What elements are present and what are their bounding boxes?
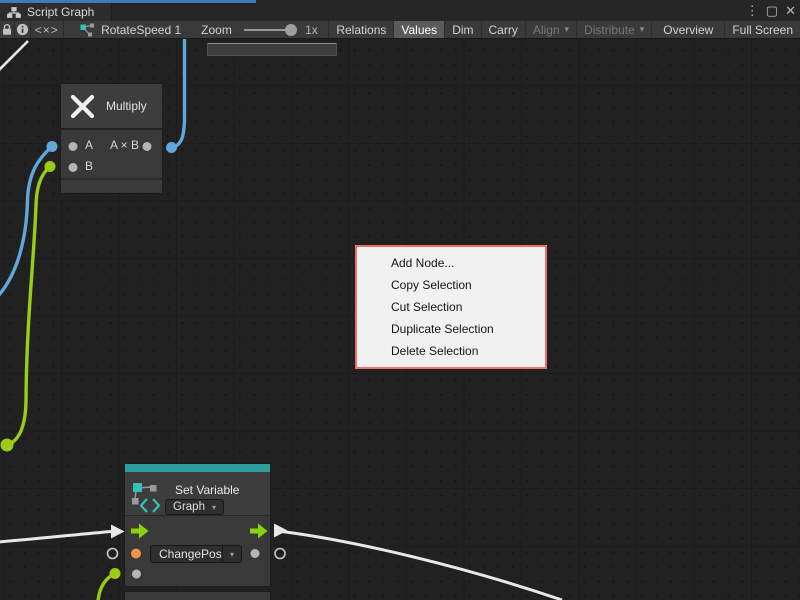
- menu-item-delete-selection[interactable]: Delete Selection: [357, 340, 545, 362]
- wire-green-left: [7, 167, 50, 446]
- set-variable-icon: [125, 472, 165, 515]
- wire-end-dot-green: [45, 161, 56, 172]
- lock-icon: [1, 23, 13, 36]
- align-label: Align: [533, 23, 560, 37]
- empty-port-circle: [108, 549, 118, 559]
- flow-arrowhead-out: [274, 524, 288, 538]
- selection-highlight-bar: [125, 464, 270, 472]
- wire-end-dot-green: [110, 568, 121, 579]
- menu-item-copy-selection[interactable]: Copy Selection: [357, 274, 545, 296]
- graph-name: RotateSpeed 1: [101, 23, 181, 37]
- title-bar: Script Graph ⋮ ▢ ✕: [0, 0, 800, 21]
- zoom-value: 1x: [299, 21, 324, 38]
- overview-label: Overview: [663, 23, 713, 37]
- port-a-label: A: [85, 138, 93, 152]
- multiply-node-footer: [61, 180, 162, 193]
- variable-name-value: ChangePos: [151, 547, 222, 561]
- variable-name-dropdown[interactable]: ChangePos ▾: [150, 545, 242, 563]
- port-b-label: B: [85, 159, 93, 173]
- dim-label: Dim: [452, 23, 473, 37]
- multiply-port-row-a: A A × B: [61, 134, 162, 155]
- distribute-button[interactable]: Distribute ▾: [576, 21, 651, 38]
- chevron-down-icon[interactable]: ▾: [222, 546, 241, 562]
- menu-item-add-node[interactable]: Add Node...: [357, 252, 545, 274]
- fullscreen-label: Full Screen: [732, 23, 793, 37]
- graph-breadcrumb[interactable]: RotateSpeed 1: [63, 21, 187, 38]
- context-menu: Add Node... Copy Selection Cut Selection…: [355, 245, 547, 369]
- tab-label: Script Graph: [27, 5, 94, 19]
- values-label: Values: [401, 23, 437, 37]
- chevron-down-icon: ▾: [212, 503, 216, 512]
- scope-value: Graph: [173, 501, 205, 513]
- wire-end-dot-blue: [166, 142, 177, 153]
- wire-end-dot-blue: [47, 141, 58, 152]
- wire-white-topleft: [0, 41, 28, 71]
- collapsed-panel: [207, 43, 337, 56]
- variable-scope-dropdown[interactable]: Graph ▾: [165, 499, 224, 515]
- setvar-node-title: Set Variable: [175, 483, 239, 497]
- empty-port-circle: [275, 549, 285, 559]
- wire-blue-top: [172, 39, 185, 148]
- wire-white-out: [282, 532, 562, 600]
- wire-white-in: [0, 532, 111, 543]
- relations-button[interactable]: Relations: [328, 21, 393, 38]
- graph-tab-icon: [7, 7, 21, 18]
- multiply-node-body: A A × B B: [61, 130, 162, 178]
- code-view-glyph: <×>: [35, 23, 59, 37]
- code-view-button[interactable]: <×>: [31, 21, 63, 38]
- overview-button[interactable]: Overview: [651, 21, 724, 38]
- port-result-label: A × B: [110, 138, 139, 152]
- align-button[interactable]: Align ▾: [525, 21, 576, 38]
- lock-button[interactable]: [0, 21, 14, 38]
- distribute-label: Distribute: [584, 23, 635, 37]
- setvar-node-footer: [125, 592, 270, 600]
- graph-canvas[interactable]: Multiply A A × B B: [0, 39, 800, 600]
- multiply-node-title: Multiply: [106, 99, 147, 113]
- chevron-down-icon: ▾: [640, 24, 645, 35]
- info-icon: [16, 23, 29, 36]
- wire-end-dot-green: [1, 439, 14, 452]
- menu-item-cut-selection[interactable]: Cut Selection: [357, 296, 545, 318]
- setvar-node-header[interactable]: Set Variable Graph ▾: [125, 472, 270, 515]
- window-menu-icon[interactable]: ⋮: [746, 3, 759, 19]
- tab-script-graph[interactable]: Script Graph: [0, 3, 112, 21]
- carry-label: Carry: [489, 23, 518, 37]
- zoom-label: Zoom: [195, 21, 238, 38]
- node-set-variable[interactable]: Set Variable Graph ▾ ChangePos ▾: [125, 464, 270, 586]
- graph-node-icon: [80, 23, 95, 37]
- carry-button[interactable]: Carry: [481, 21, 525, 38]
- close-icon[interactable]: ✕: [785, 3, 796, 19]
- setvar-node-body: ChangePos ▾: [125, 516, 270, 586]
- info-button[interactable]: [15, 21, 31, 38]
- graph-toolbar: <×> RotateSpeed 1 Zoom 1x Relations: [0, 21, 800, 39]
- values-button[interactable]: Values: [393, 21, 444, 38]
- wire-blue-left: [0, 147, 52, 297]
- window-controls: ⋮ ▢ ✕: [746, 3, 796, 19]
- zoom-slider-handle[interactable]: [285, 24, 297, 36]
- multiply-port-row-b: B: [61, 155, 162, 176]
- dim-button[interactable]: Dim: [444, 21, 480, 38]
- fullscreen-button[interactable]: Full Screen: [724, 21, 800, 38]
- flow-arrowhead-in: [111, 525, 125, 539]
- chevron-down-icon: ▾: [565, 24, 570, 35]
- multiply-icon: [70, 94, 95, 119]
- zoom-slider[interactable]: [244, 29, 291, 31]
- wire-green-bottom: [98, 574, 115, 600]
- maximize-icon[interactable]: ▢: [766, 3, 778, 19]
- relations-label: Relations: [336, 23, 386, 37]
- node-multiply[interactable]: Multiply A A × B B: [61, 84, 162, 193]
- menu-item-duplicate-selection[interactable]: Duplicate Selection: [357, 318, 545, 340]
- script-graph-window: Script Graph ⋮ ▢ ✕ <×>: [0, 0, 800, 600]
- multiply-node-header[interactable]: Multiply: [61, 84, 162, 128]
